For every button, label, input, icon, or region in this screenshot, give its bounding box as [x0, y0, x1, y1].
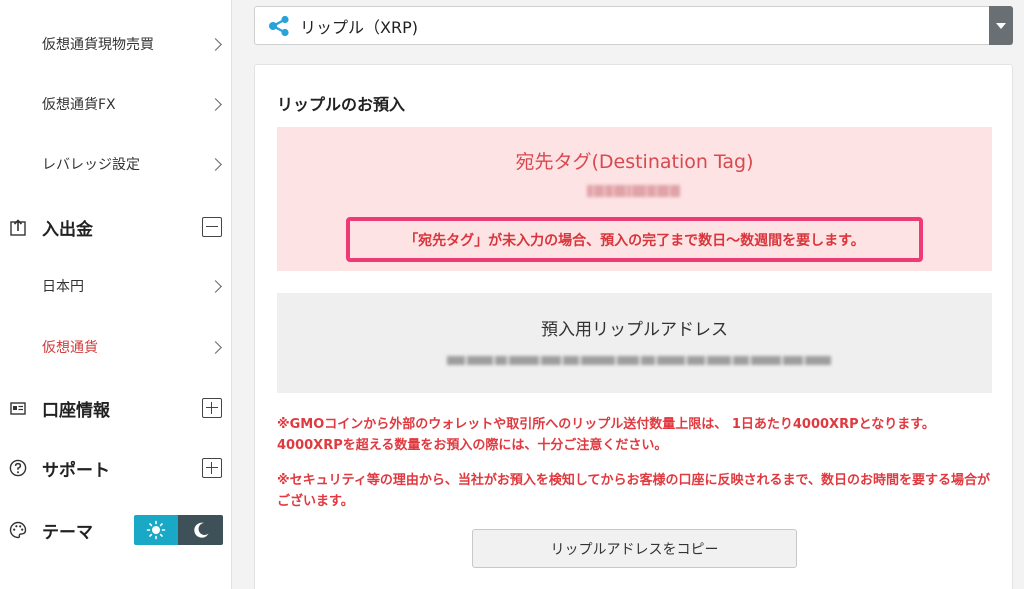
- dark-theme-button[interactable]: [178, 515, 223, 545]
- currency-select-value: リップル（XRP): [300, 17, 418, 37]
- currency-select[interactable]: リップル（XRP): [254, 6, 1013, 45]
- chevron-right-icon: [209, 97, 222, 111]
- destination-tag-title: 宛先タグ(Destination Tag): [515, 151, 754, 173]
- sidebar-section-account-info[interactable]: 口座情報: [0, 388, 232, 428]
- theme-switch: [134, 515, 223, 545]
- page-title: リップルのお預入: [277, 95, 406, 114]
- security-notice: ※セキュリティ等の理由から、当社がお預入を検知してからお客様の口座に反映されるま…: [277, 473, 990, 509]
- moon-icon: [193, 522, 208, 538]
- chevron-right-icon: [209, 37, 222, 51]
- sidebar-item-label: 仮想通貨現物売買: [42, 37, 154, 53]
- sun-icon: [146, 520, 166, 540]
- warning-text: 「宛先タグ」が未入力の場合、預入の完了まで数日〜数週間を要します。: [404, 232, 865, 249]
- sidebar-item-label: 日本円: [42, 279, 84, 295]
- collapse-toggle-button[interactable]: [202, 217, 222, 237]
- sidebar-section-deposit-withdraw[interactable]: 入出金: [0, 207, 232, 247]
- sidebar-section-label: サポート: [42, 460, 110, 481]
- palette-icon: [9, 521, 27, 539]
- sidebar-item-leverage-settings[interactable]: レバレッジ設定: [0, 134, 232, 194]
- sidebar-section-support[interactable]: サポート: [0, 448, 232, 488]
- copy-address-button[interactable]: リップルアドレスをコピー: [472, 529, 797, 568]
- sidebar-section-label: 口座情報: [42, 400, 110, 421]
- chevron-right-icon: [209, 340, 222, 354]
- expand-toggle-button[interactable]: [202, 398, 222, 418]
- destination-tag-panel: 宛先タグ(Destination Tag) 「宛先タグ」が未入力の場合、預入の完…: [277, 127, 992, 271]
- account-card-icon: [9, 399, 27, 417]
- sidebar-item-spot-trading[interactable]: 仮想通貨現物売買: [0, 14, 232, 74]
- destination-tag-value-redacted: [587, 182, 685, 200]
- deposit-card: リップルのお預入 宛先タグ(Destination Tag) 「宛先タグ」が未入…: [254, 64, 1013, 589]
- sidebar-item-crypto[interactable]: 仮想通貨: [0, 317, 232, 377]
- transfer-limit-notice: ※GMOコインから外部のウォレットや取引所へのリップル送付数量上限は、 1日あた…: [277, 417, 935, 453]
- deposit-address-value-redacted[interactable]: [447, 353, 831, 367]
- light-theme-button[interactable]: [134, 515, 178, 545]
- sidebar-item-crypto-fx[interactable]: 仮想通貨FX: [0, 74, 232, 134]
- help-icon: [9, 459, 27, 477]
- deposit-withdraw-icon: [9, 218, 27, 236]
- sidebar-item-label: レバレッジ設定: [42, 157, 140, 173]
- dropdown-arrow-icon[interactable]: [989, 6, 1013, 45]
- chevron-right-icon: [209, 279, 222, 293]
- deposit-address-panel: 預入用リップルアドレス: [277, 293, 992, 393]
- deposit-address-title: 預入用リップルアドレス: [541, 320, 728, 340]
- chevron-right-icon: [209, 157, 222, 171]
- sidebar-section-label: テーマ: [42, 522, 93, 543]
- sidebar: 仮想通貨現物売買 仮想通貨FX レバレッジ設定 入出金 日本円 仮想通貨 口座情…: [0, 0, 232, 589]
- sidebar-item-label: 仮想通貨: [42, 340, 98, 356]
- expand-toggle-button[interactable]: [202, 458, 222, 478]
- sidebar-item-label: 仮想通貨FX: [42, 97, 116, 113]
- sidebar-section-label: 入出金: [42, 219, 93, 240]
- xrp-icon: [269, 15, 289, 37]
- sidebar-item-jpy[interactable]: 日本円: [0, 256, 232, 316]
- destination-tag-warning: 「宛先タグ」が未入力の場合、預入の完了まで数日〜数週間を要します。: [346, 217, 923, 262]
